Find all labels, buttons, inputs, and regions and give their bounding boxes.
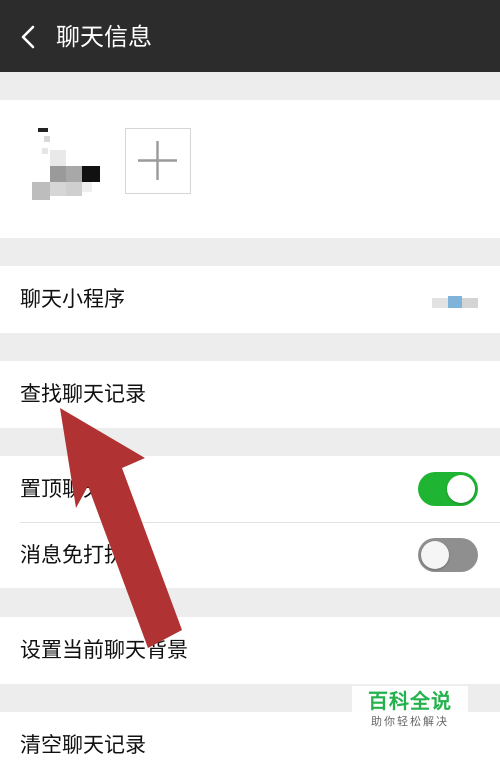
add-member-button[interactable] xyxy=(125,128,191,194)
find-history-row[interactable]: 查找聊天记录 xyxy=(0,361,500,428)
watermark: 百科全说 助你轻松解决 xyxy=(352,686,468,736)
page-title: 聊天信息 xyxy=(56,23,152,51)
mini-program-thumbnail-icon xyxy=(432,296,478,308)
member-avatar[interactable] xyxy=(30,128,102,202)
mini-programs-row[interactable]: 聊天小程序 xyxy=(0,266,500,333)
pin-chat-label: 置顶聊天 xyxy=(20,477,104,501)
set-background-row[interactable]: 设置当前聊天背景 xyxy=(0,617,500,684)
toggle-knob xyxy=(421,541,449,569)
back-button[interactable] xyxy=(12,20,46,54)
mini-programs-label: 聊天小程序 xyxy=(20,287,125,311)
pixelated-avatar-image xyxy=(32,128,100,200)
find-history-label: 查找聊天记录 xyxy=(20,382,146,406)
pin-chat-toggle[interactable] xyxy=(418,472,478,506)
clear-history-label: 清空聊天记录 xyxy=(20,733,146,757)
divider xyxy=(20,522,500,523)
plus-icon xyxy=(138,141,177,180)
mute-toggle[interactable] xyxy=(418,538,478,572)
chevron-left-icon xyxy=(21,25,35,49)
set-background-label: 设置当前聊天背景 xyxy=(20,638,188,662)
title-bar: 聊天信息 xyxy=(0,0,500,72)
toggle-knob xyxy=(447,475,475,503)
watermark-title: 百科全说 xyxy=(368,689,452,713)
mute-label: 消息免打扰 xyxy=(20,543,125,567)
watermark-subtitle: 助你轻松解决 xyxy=(371,715,449,728)
chat-toggles-section: 置顶聊天 消息免打扰 xyxy=(0,456,500,588)
